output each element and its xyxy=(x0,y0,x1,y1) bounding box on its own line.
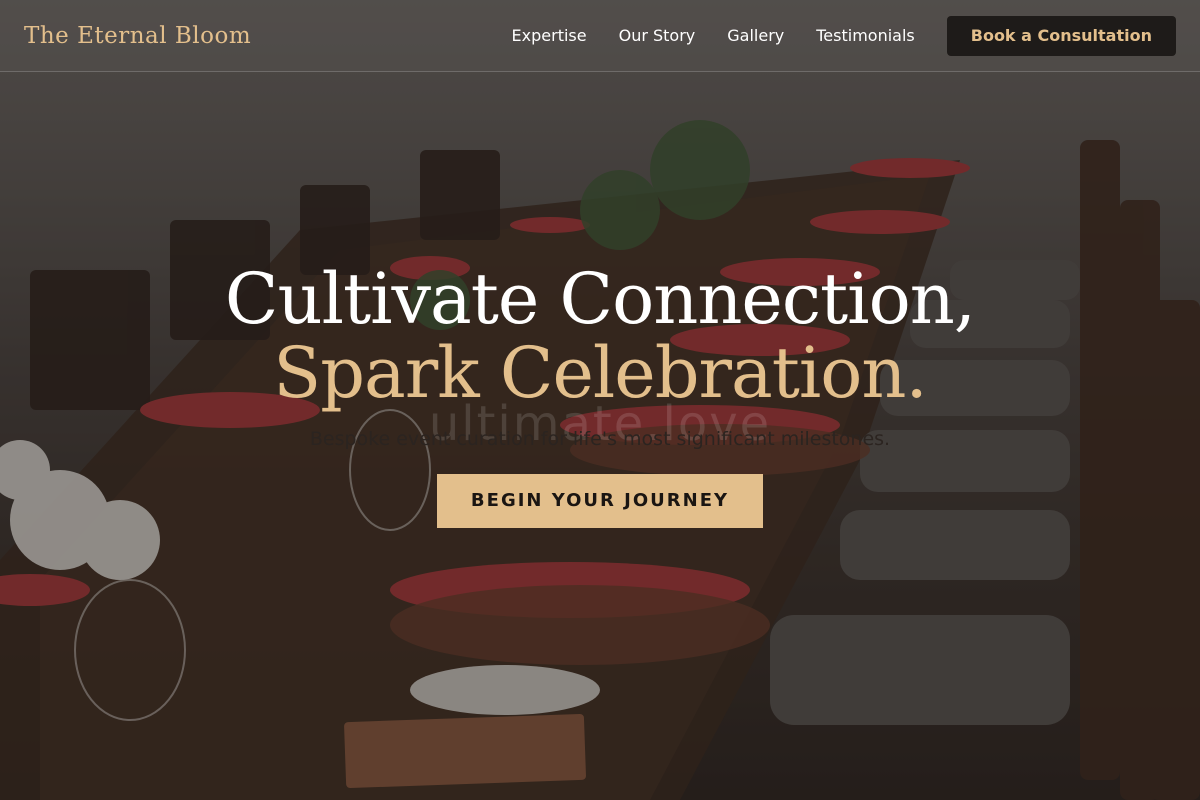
nav-link-our-story[interactable]: Our Story xyxy=(619,26,696,45)
begin-journey-button[interactable]: BEGIN YOUR JOURNEY xyxy=(437,474,763,528)
hero-section: Cultivate Connection, Spark Celebration.… xyxy=(0,262,1200,528)
nav-link-gallery[interactable]: Gallery xyxy=(727,26,784,45)
main-navigation: Expertise Our Story Gallery Testimonials… xyxy=(512,15,1176,56)
hero-headline: Cultivate Connection, Spark Celebration. xyxy=(0,262,1200,410)
nav-link-expertise[interactable]: Expertise xyxy=(512,26,587,45)
book-consultation-button[interactable]: Book a Consultation xyxy=(946,15,1176,56)
hero-headline-line1: Cultivate Connection, xyxy=(224,258,976,340)
site-header: The Eternal Bloom Expertise Our Story Ga… xyxy=(0,0,1200,72)
brand-logo[interactable]: The Eternal Bloom xyxy=(24,23,251,49)
hero-subtitle: Bespoke event curation for life's most s… xyxy=(309,428,891,450)
hero-headline-line2: Spark Celebration. xyxy=(273,332,927,414)
nav-link-testimonials[interactable]: Testimonials xyxy=(816,26,915,45)
